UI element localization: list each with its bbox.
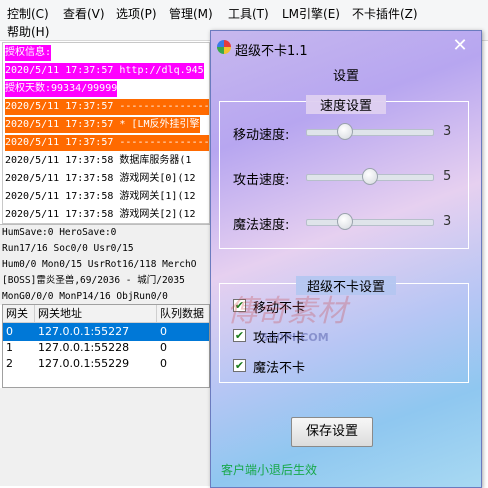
magic-nolag-checkbox[interactable]: ✔ [233, 359, 246, 372]
menu-options[interactable]: 选项(P) [116, 5, 157, 22]
nolag-settings-title: 超级不卡设置 [296, 276, 396, 295]
move-speed-slider[interactable] [306, 123, 434, 140]
menu-view[interactable]: 查看(V) [63, 5, 105, 22]
log-line: 2020/5/11 17:37:58 游戏网关[2](12 [5, 207, 196, 223]
magic-speed-slider-thumb[interactable] [336, 213, 353, 230]
log-panel[interactable]: 授权信息: 2020/5/11 17:37:57 http://dlq.945 授权… [2, 42, 210, 224]
menu-help[interactable]: 帮助(H) [7, 23, 49, 40]
dialog-titlebar[interactable]: 超级不卡1.1 ✕ [211, 31, 481, 61]
move-nolag-checkbox-row[interactable]: ✔ 移动不卡 [233, 297, 353, 316]
table-cell[interactable]: 0 [157, 355, 209, 373]
gateway-table[interactable]: 网关 网关地址 队列数据 0 127.0.0.1:55227 0 1 127.0.0.1… [2, 304, 210, 388]
log-line: 2020/5/11 17:37:58 游戏网关[0](12 [5, 171, 196, 187]
nolag-settings-dialog: 超级不卡1.1 ✕ 设置 速度设置 移动速度: 3 攻击速度: 5 魔法速度: 3 超级不… [210, 30, 482, 488]
move-speed-value: 3 [443, 124, 452, 139]
magic-speed-label: 魔法速度: [233, 218, 290, 233]
move-nolag-checkbox[interactable]: ✔ [233, 299, 246, 312]
save-settings-button[interactable]: 保存设置 [291, 417, 373, 447]
menu-nolag-plugin[interactable]: 不卡插件(Z) [352, 5, 418, 22]
magic-nolag-checkbox-row[interactable]: ✔ 魔法不卡 [233, 357, 353, 376]
attack-speed-slider[interactable] [306, 168, 434, 185]
move-speed-slider-thumb[interactable] [336, 123, 353, 140]
status-line: [BOSS]雷炎圣兽,69/2036 - 城门/2035 [2, 275, 185, 286]
footer-note: 客户端小退后生效 [221, 463, 318, 477]
speed-settings-title: 速度设置 [306, 95, 386, 114]
attack-speed-label: 攻击速度: [233, 173, 290, 188]
table-cell[interactable]: 2 [3, 355, 35, 373]
magic-nolag-label[interactable]: 魔法不卡 [253, 357, 305, 376]
move-speed-label: 移动速度: [233, 128, 290, 143]
app-logo-icon [217, 40, 231, 54]
log-line: 2020/5/11 17:37:58 数据库服务器(1 [5, 153, 192, 169]
column-header-queue[interactable]: 队列数据 [157, 305, 209, 323]
attack-speed-value: 5 [443, 169, 452, 184]
menu-manage[interactable]: 管理(M) [169, 5, 213, 22]
log-line: 2020/5/11 17:37:57 * [LM反外挂引擎 [5, 117, 200, 133]
log-line: 2020/5/11 17:37:57 ---------------- [5, 99, 209, 115]
column-header-gateway[interactable]: 网关 [3, 305, 35, 323]
status-line: Hum0/0 Mon0/15 UsrRot16/118 MerchO [2, 259, 197, 270]
magic-speed-slider[interactable] [306, 213, 434, 230]
dialog-title: 超级不卡1.1 [235, 44, 308, 59]
log-line: 2020/5/11 17:37:58 游戏网关[1](12 [5, 189, 196, 205]
status-line: Run17/16 Soc0/0 Usr0/15 [2, 243, 134, 254]
attack-nolag-checkbox[interactable]: ✔ [233, 329, 246, 342]
table-cell[interactable]: 127.0.0.1:55229 [35, 355, 157, 373]
menu-lm-engine[interactable]: LM引擎(E) [282, 5, 340, 22]
status-panel: HumSave:0 HeroSave:0 Run17/16 Soc0/0 Usr0… [0, 224, 210, 305]
status-line: MonG0/0/0 MonP14/16 ObjRun0/0 [2, 291, 168, 302]
attack-speed-slider-thumb[interactable] [362, 168, 378, 185]
menu-control[interactable]: 控制(C) [7, 5, 49, 22]
log-line: 授权信息: [5, 45, 52, 61]
log-line: 2020/5/11 17:37:57 http://dlq.945 [5, 63, 204, 79]
status-line: HumSave:0 HeroSave:0 [2, 227, 117, 238]
attack-nolag-label[interactable]: 攻击不卡 [253, 327, 305, 346]
app-empty-area [0, 388, 210, 486]
magic-speed-value: 3 [443, 214, 452, 229]
menu-tools[interactable]: 工具(T) [228, 5, 269, 22]
log-line: 2020/5/11 17:37:57 ---------------- [5, 135, 209, 151]
log-line: 授权天数:99334/99999 [5, 81, 118, 97]
close-icon[interactable]: ✕ [447, 35, 473, 57]
attack-nolag-checkbox-row[interactable]: ✔ 攻击不卡 [233, 327, 353, 346]
settings-heading: 设置 [332, 69, 359, 84]
column-header-address[interactable]: 网关地址 [35, 305, 157, 323]
move-nolag-label[interactable]: 移动不卡 [253, 297, 305, 316]
